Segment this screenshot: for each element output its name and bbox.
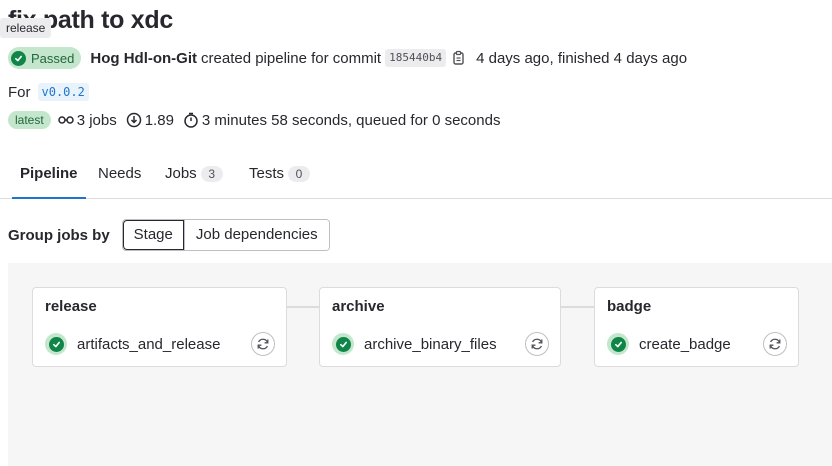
compute-minutes: 1.89 — [144, 111, 174, 129]
duration: 3 minutes 58 seconds, queued for 0 secon… — [201, 111, 501, 129]
status-badge[interactable]: Passed — [8, 47, 82, 69]
group-by-toggle: Stage Job dependencies — [121, 219, 330, 251]
status-label: Passed — [31, 50, 75, 66]
stage-connector — [287, 306, 319, 308]
pipeline-icon — [57, 114, 74, 126]
latest-badge: latest — [8, 111, 51, 129]
stage-name: badge — [607, 298, 652, 315]
for-label: For — [8, 83, 31, 101]
pipeline-summary: Passed Hog Hdl-on-Git created pipeline f… — [8, 47, 687, 69]
pipeline-meta: latest 3 jobs 1.89 3 minutes 58 seconds,… — [8, 109, 500, 131]
commit-sha[interactable]: 185440b4 — [385, 49, 447, 67]
check-circle-icon — [607, 333, 629, 355]
group-by-stage-button[interactable]: Stage — [122, 220, 184, 250]
tab-jobs[interactable]: Jobs 3 — [165, 156, 223, 198]
stage-badge: badge create_badge — [594, 287, 799, 367]
stage-name: release — [45, 298, 97, 315]
stage-release: release artifacts_and_release — [32, 287, 287, 367]
tab-tests[interactable]: Tests 0 — [249, 156, 311, 198]
tab-label: Pipeline — [20, 165, 78, 182]
stage-name: archive — [332, 298, 385, 315]
action-text: created pipeline for commit — [201, 49, 382, 67]
tab-pipeline[interactable]: Pipeline — [12, 156, 86, 199]
check-circle-icon — [45, 333, 67, 355]
ref-line: For v0.0.2 — [8, 81, 89, 103]
copy-icon[interactable] — [452, 50, 466, 66]
job-name: create_badge — [639, 335, 731, 353]
stage-connector — [561, 306, 594, 308]
tooltip: release — [0, 18, 52, 38]
job-artifacts-and-release[interactable]: artifacts_and_release — [45, 332, 220, 356]
stage-archive: archive archive_binary_files — [319, 287, 561, 367]
retry-icon[interactable] — [251, 332, 275, 356]
compute-icon — [126, 112, 142, 128]
group-jobs-control: Group jobs by Stage Job dependencies — [8, 219, 330, 251]
tab-label: Tests — [249, 165, 285, 182]
group-by-label: Group jobs by — [8, 226, 110, 244]
jobs-count: 3 jobs — [76, 111, 117, 129]
ref-link[interactable]: v0.0.2 — [37, 83, 89, 101]
job-name: archive_binary_files — [364, 335, 497, 353]
author-link[interactable]: Hog Hdl-on-Git — [90, 50, 197, 67]
check-circle-icon — [332, 333, 354, 355]
tab-needs[interactable]: Needs — [98, 156, 141, 198]
tab-label: Needs — [98, 165, 142, 182]
tab-label: Jobs — [165, 165, 197, 182]
check-circle-icon — [11, 50, 26, 66]
job-create-badge[interactable]: create_badge — [607, 332, 731, 356]
pipeline-tabs: Pipeline Needs Jobs 3 Tests 0 — [0, 156, 832, 199]
retry-icon[interactable] — [763, 332, 787, 356]
tab-count: 0 — [288, 166, 311, 182]
timestamp: 4 days ago, finished 4 days ago — [476, 49, 688, 67]
retry-icon[interactable] — [525, 332, 549, 356]
group-by-dependencies-button[interactable]: Job dependencies — [183, 220, 329, 250]
job-archive-binary-files[interactable]: archive_binary_files — [332, 332, 497, 356]
timer-icon — [183, 112, 199, 128]
tab-count: 3 — [200, 166, 223, 182]
job-name: artifacts_and_release — [77, 335, 221, 353]
